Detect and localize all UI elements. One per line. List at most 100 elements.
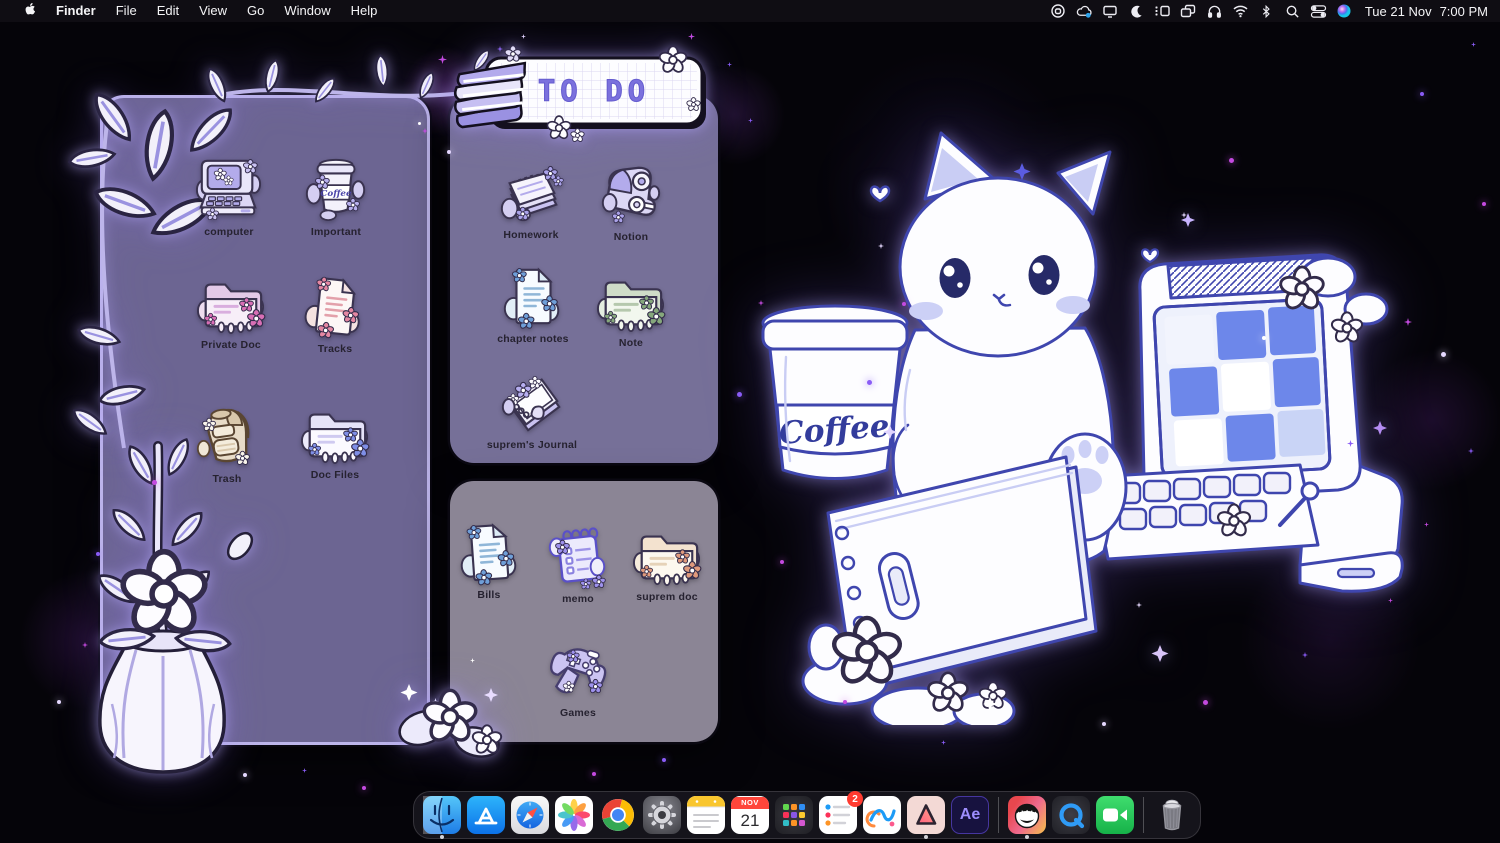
menu-item-edit[interactable]: Edit [147,0,189,22]
chrome-icon [602,799,634,831]
dock-app-facetime[interactable] [1096,796,1134,834]
cream-folder-icon [631,520,703,588]
sparkle-decorations [883,163,1387,711]
sparkle-decoration [758,300,764,306]
desktop-icon-label: Games [559,707,597,719]
cup-label: Coffee [320,189,352,199]
desktop-icon-private-doc[interactable]: Private Doc [176,268,286,351]
heart-decoration [869,185,891,203]
game-controller-icon [550,648,607,695]
menu-item-file[interactable]: File [106,0,147,22]
app-store-icon [474,807,498,825]
desktop-icon-label: Note [618,337,644,349]
screen-mirroring-icon[interactable] [1179,2,1198,20]
spotlight-icon[interactable] [1283,2,1302,20]
launchpad-icon [783,804,805,826]
menu-item-help[interactable]: Help [341,0,388,22]
sparkle-decoration [1482,202,1486,206]
menu-item-window[interactable]: Window [274,0,340,22]
dock-app-game[interactable] [1008,796,1046,839]
paper-stack-icon [500,165,565,222]
menubar-clock[interactable]: Tue 21 Nov 7:00 PM [1361,4,1488,19]
sparkle-decoration [592,772,596,776]
calendar-day: 21 [740,810,760,830]
dock-app-alight-motion[interactable] [907,796,945,839]
dock-app-chrome[interactable] [599,796,637,834]
menu-item-finder[interactable]: Finder [46,0,106,22]
sparkle-decoration [1302,652,1308,658]
sparkle-decoration [902,302,906,306]
control-center-icon[interactable] [1309,2,1328,20]
desktop-icon-label: Notion [613,231,649,243]
desktop-icon-chapter-notes[interactable]: chapter notes [478,262,588,345]
cat-figure [891,131,1128,580]
stage-manager-icon[interactable] [1153,2,1172,20]
coffee-text: Coffee [778,408,891,452]
notification-badge: 2 [847,791,863,807]
focus-moon-icon[interactable] [1127,2,1146,20]
cloud-sync-icon[interactable] [1075,2,1094,20]
menu-item-view[interactable]: View [189,0,237,22]
cat-illustration: Coffee [761,131,1404,725]
alight-motion-icon [916,804,937,825]
apple-menu[interactable] [12,0,46,23]
desktop-icon-trash-backpack[interactable]: Trash [172,402,282,485]
dock-trash[interactable] [1153,796,1191,834]
todo-banner-title: TO DO [538,74,650,108]
desktop-icon-suprem-doc[interactable]: suprem doc [612,520,722,603]
dock-app-safari[interactable] [511,796,549,834]
menu-item-go[interactable]: Go [237,0,274,22]
desktop-icon-label: Homework [503,229,559,241]
desktop: Finder File Edit View Go Window Help Tue… [0,0,1500,843]
desktop-icon-homework[interactable]: Homework [476,158,586,241]
running-indicator [1025,835,1029,839]
sparkle-decoration [521,34,526,39]
desktop-icon-label: Trash [212,473,242,485]
display-icon[interactable] [1101,2,1120,20]
desktop-icon-games[interactable]: Games [523,636,633,719]
headphones-icon[interactable] [1205,2,1224,20]
todo-banner: TO DO [454,45,706,143]
dock-app-reminders[interactable]: 2 [819,791,863,834]
dock-app-launchpad[interactable] [775,796,813,834]
siri-icon[interactable] [1335,2,1354,20]
bottom-flower-cluster [801,623,1016,725]
dock-app-after-effects[interactable]: Ae [951,796,989,834]
dock-app-freeform[interactable] [863,796,901,834]
dock-app-finder[interactable] [423,796,461,839]
dock: NOV 21 2 Ae [413,791,1201,839]
desktop-icon-note[interactable]: Note [576,266,686,349]
dock-app-calendar[interactable]: NOV 21 [731,796,769,834]
sparkle-decoration [57,700,61,704]
menubar-date: Tue 21 Nov [1364,3,1432,19]
desktop-icon-computer[interactable]: computer [174,155,284,238]
dock-app-system-settings[interactable] [643,796,681,834]
desktop-icon-tracks[interactable]: Tracks [280,272,390,355]
dock-app-notes[interactable] [687,796,725,834]
menubar-time: 7:00 PM [1439,3,1488,19]
desktop-icon-suprems-journal[interactable]: suprem's Journal [477,368,587,451]
sparkle-decoration [878,243,884,249]
dock-app-app-store[interactable] [467,796,505,834]
sparkle-decoration [748,118,753,123]
desktop-icon-important[interactable]: Coffee Important [281,155,391,238]
calendar-month: NOV [731,796,769,809]
running-indicator [924,835,928,839]
bluetooth-icon[interactable] [1257,2,1276,20]
tape-dispenser-icon [601,166,661,225]
sparkle-decoration [96,552,100,556]
blue-document-icon [453,518,525,586]
desktop-icon-doc-files[interactable]: Doc Files [280,398,390,481]
journal-icon [501,375,561,432]
desktop-icon-label: Tracks [317,343,353,355]
record-icon[interactable] [1049,2,1068,20]
wifi-icon[interactable] [1231,2,1250,20]
dock-app-quicktime[interactable] [1052,796,1090,834]
freeform-icon [865,809,896,828]
blue-document-icon [497,262,569,330]
desktop-icon-notion[interactable]: Notion [576,160,686,243]
sparkle-decoration [1388,598,1393,603]
dock-app-photos[interactable] [555,796,593,834]
backpack-icon [196,408,251,467]
journal-illustration [826,455,1098,691]
